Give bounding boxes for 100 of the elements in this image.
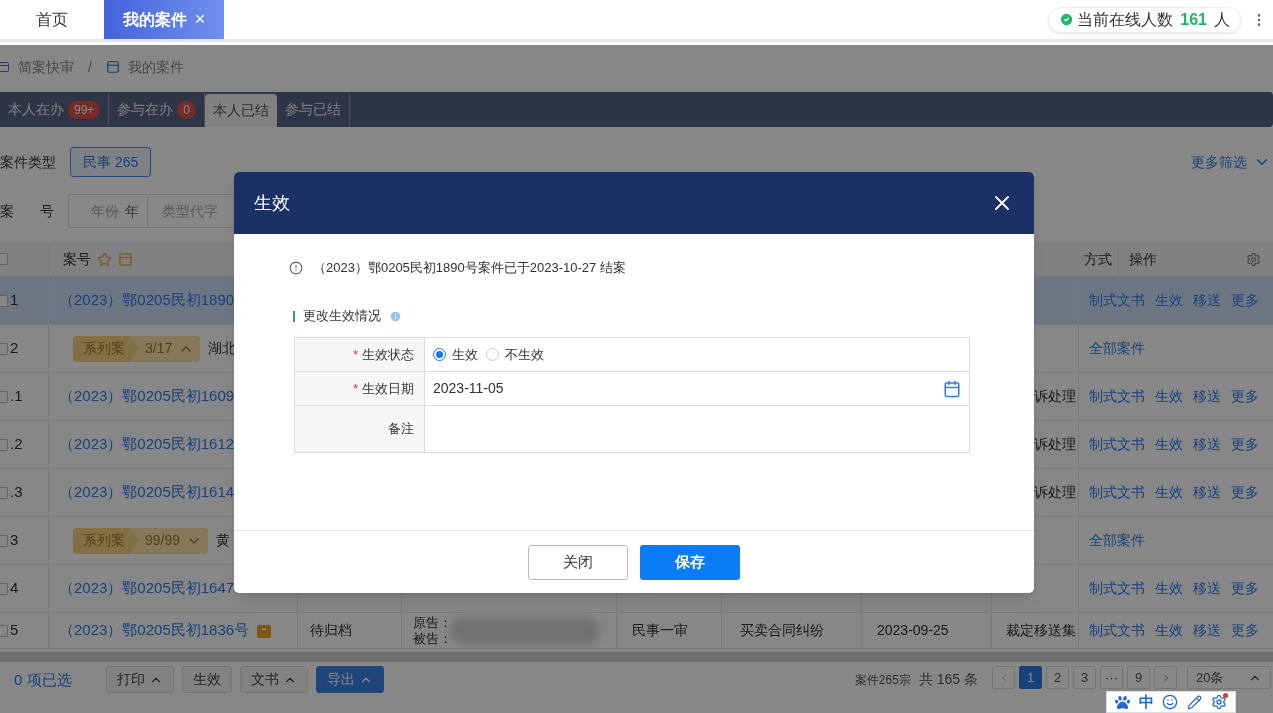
column-header: 方式 [1084, 249, 1112, 269]
settings-icon[interactable] [1246, 251, 1261, 267]
checkbox[interactable] [0, 486, 8, 499]
action-link[interactable]: 制式文书 [1089, 482, 1145, 503]
row-index: .1 [10, 386, 23, 407]
action-link[interactable]: 更多 [1231, 386, 1259, 407]
close-icon[interactable]: × [194, 6, 206, 33]
breadcrumb-current: 我的案件 [127, 57, 184, 77]
paw-icon[interactable] [1115, 694, 1131, 710]
tab-label: 我的案件 [122, 9, 187, 30]
count-badge: 99+ [68, 100, 101, 119]
case-number-link[interactable]: （2023）鄂0205民初1609 [59, 385, 235, 408]
case-number-link[interactable]: （2023）鄂0205民初1612 [59, 433, 235, 456]
action-link[interactable]: 全部案件 [1089, 530, 1145, 551]
case-number-link[interactable]: （2023）鄂0205民初1890 [59, 289, 235, 312]
more-filters-link[interactable]: 更多筛选 [1191, 151, 1247, 173]
dialog-button[interactable]: 关闭 [528, 544, 628, 580]
action-link[interactable]: 移送 [1193, 578, 1221, 599]
form-label: * 生效状态 [295, 338, 425, 371]
checkbox[interactable] [0, 294, 8, 307]
star-icon[interactable] [97, 251, 112, 267]
toolbar-button[interactable]: 导出 [316, 666, 384, 693]
checkbox[interactable] [0, 253, 8, 265]
action-link[interactable]: 生效 [1155, 482, 1183, 503]
toolbar-button[interactable]: 生效 [182, 666, 232, 693]
dialog-title: 生效 [254, 191, 290, 215]
action-link[interactable]: 移送 [1193, 290, 1221, 311]
case-number-link[interactable]: （2023）鄂0205民初1647 [59, 577, 235, 600]
row-index: .3 [10, 482, 23, 503]
pen-icon[interactable] [1187, 694, 1203, 710]
date-field[interactable]: 2023-11-05 [433, 378, 961, 399]
page-icon [105, 60, 120, 74]
page-button[interactable]: 9 [1127, 666, 1150, 689]
party-label: 被告： [413, 630, 452, 647]
case-tab[interactable]: 参与已结 [277, 93, 351, 126]
checkbox[interactable] [0, 390, 8, 403]
case-number-link[interactable]: （2023）鄂0205民初1836号 [59, 619, 250, 642]
filter-label: 号 [40, 201, 55, 221]
page-button[interactable]: ··· [1100, 666, 1123, 689]
page-tab[interactable]: 首页 [0, 0, 104, 39]
row-index: .2 [10, 434, 23, 455]
action-link[interactable]: 移送 [1193, 386, 1221, 407]
action-link[interactable]: 移送 [1193, 434, 1221, 455]
action-link[interactable]: 生效 [1155, 578, 1183, 599]
action-link[interactable]: 移送 [1193, 482, 1221, 503]
action-link[interactable]: 更多 [1231, 290, 1259, 311]
action-link[interactable]: 生效 [1155, 386, 1183, 407]
radio-option[interactable]: 生效 [433, 344, 484, 365]
row-index: 4 [10, 578, 19, 599]
input-mode-toggle[interactable]: 中 [1138, 690, 1154, 713]
horizontal-scrollbar[interactable] [0, 652, 1273, 662]
checkbox[interactable] [0, 582, 8, 595]
page-tab[interactable]: 我的案件 × [104, 0, 224, 39]
page-button[interactable]: 1 [1019, 666, 1042, 689]
section-title: 更改生效情况 [303, 307, 381, 326]
action-link[interactable]: 更多 [1231, 434, 1259, 455]
checkbox[interactable] [0, 534, 8, 547]
action-link[interactable]: 制式文书 [1089, 434, 1145, 455]
date-text: 2023-09-25 [877, 621, 949, 640]
page-button[interactable]: 3 [1073, 666, 1096, 689]
action-link[interactable]: 更多 [1231, 620, 1259, 641]
info-icon[interactable] [389, 309, 402, 323]
action-link[interactable]: 更多 [1231, 482, 1259, 503]
action-link[interactable]: 生效 [1155, 434, 1183, 455]
smiley-icon[interactable] [1162, 694, 1179, 710]
action-link[interactable]: 制式文书 [1089, 578, 1145, 599]
method-text: 诉处理 [1034, 483, 1076, 502]
page-size-select[interactable]: 20条 [1187, 666, 1271, 689]
method-text: 诉处理 [1034, 387, 1076, 406]
dialog-button[interactable]: 保存 [640, 544, 740, 580]
action-link[interactable]: 制式文书 [1089, 386, 1145, 407]
action-link[interactable]: 移送 [1193, 620, 1221, 641]
action-link[interactable]: 更多 [1231, 578, 1259, 599]
action-link[interactable]: 全部案件 [1089, 338, 1145, 359]
case-tab[interactable]: 本人在办 99+ [0, 93, 110, 126]
checkbox[interactable] [0, 342, 8, 355]
notice-text: （2023）鄂0205民初1890号案件已于2023-10-27 结案 [313, 259, 626, 278]
panel-icon[interactable] [118, 251, 133, 267]
case-tab[interactable]: 本人已结 [205, 94, 278, 127]
radio-option[interactable]: 不生效 [486, 344, 550, 365]
action-link[interactable]: 生效 [1155, 290, 1183, 311]
toolbar-button[interactable]: 文书 [240, 666, 308, 693]
action-link[interactable]: 制式文书 [1089, 620, 1145, 641]
checkbox[interactable] [0, 438, 8, 451]
alert-icon [289, 261, 303, 275]
action-link[interactable]: 生效 [1155, 620, 1183, 641]
case-type-chip[interactable]: 民事 265 [70, 147, 152, 177]
page-button[interactable]: 2 [1046, 666, 1069, 689]
toolbar-button[interactable]: 打印 [106, 666, 174, 693]
case-number-link[interactable]: （2023）鄂0205民初1614 [59, 481, 235, 504]
party-label: 原告： [413, 614, 452, 631]
cause-text: 买卖合同纠纷 [740, 621, 824, 640]
row-index: 2 [10, 338, 19, 359]
settings-icon[interactable] [1210, 694, 1227, 710]
checkbox[interactable] [0, 624, 8, 637]
action-link[interactable]: 制式文书 [1089, 290, 1145, 311]
selection-count: 0 项已选 [14, 670, 73, 690]
next-page-button[interactable] [1154, 666, 1177, 689]
online-count: 161 [1180, 9, 1207, 30]
breadcrumb-link[interactable]: 简案快审 [18, 56, 74, 78]
